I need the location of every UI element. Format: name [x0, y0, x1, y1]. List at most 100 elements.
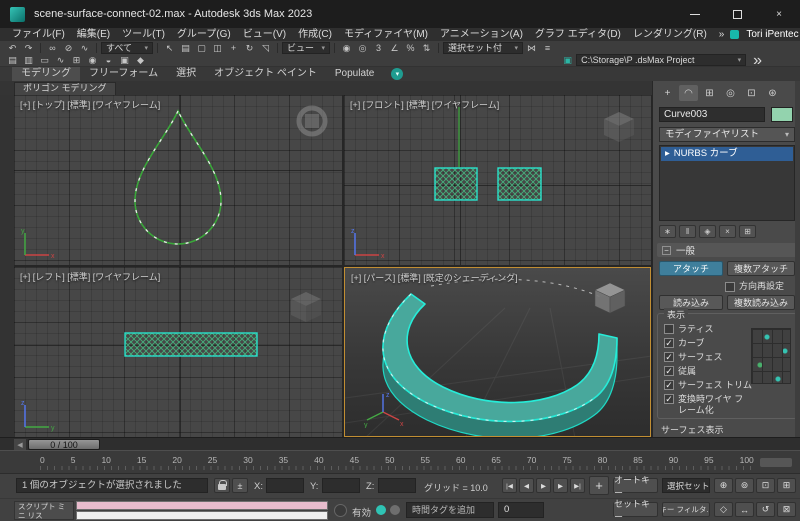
panel-scrollbar[interactable]	[795, 81, 800, 437]
select-object-icon[interactable]: ↖	[162, 42, 177, 54]
select-and-rotate-icon[interactable]: ↻	[242, 42, 257, 54]
set-key-button[interactable]: セットキー	[613, 499, 658, 521]
y-coordinate-field[interactable]	[322, 478, 360, 493]
select-and-manipulate-icon[interactable]: ◎	[355, 42, 370, 54]
menu-item[interactable]: レンダリング(R)	[627, 28, 713, 41]
checkbox[interactable]	[664, 366, 674, 376]
menu-item[interactable]: グラフ エディタ(D)	[529, 28, 627, 41]
named-selection-sets-dropdown[interactable]: 選択セット付	[443, 41, 523, 54]
undo-icon[interactable]: ↶	[5, 42, 20, 54]
maximize-viewport-icon[interactable]: ⊠	[777, 502, 796, 517]
orbit-icon[interactable]: ↺	[756, 502, 775, 517]
mirror-icon[interactable]: ⋈	[524, 42, 539, 54]
viewport-left[interactable]: [+] [レフト] [標準] [ワイヤフレーム] y z	[14, 267, 342, 437]
zoom-extents-all-icon[interactable]: ⊞	[777, 478, 796, 493]
close-button[interactable]: ×	[758, 0, 800, 28]
import-multiple-button[interactable]: 複数読み込み	[727, 295, 795, 310]
attach-multiple-button[interactable]: 複数アタッチ	[727, 261, 795, 276]
checkbox[interactable]	[664, 380, 674, 390]
time-slider-track[interactable]: ◀ 0 / 100	[0, 437, 800, 450]
rendered-frame-icon[interactable]: ▣	[117, 54, 132, 66]
viewport-top-label[interactable]: [+] [トップ] [標準] [ワイヤフレーム]	[20, 98, 160, 111]
window-crossing-icon[interactable]: ◫	[210, 42, 225, 54]
angle-snap-icon[interactable]: ∠	[387, 42, 402, 54]
object-color-swatch[interactable]	[771, 107, 793, 122]
project-folder-icon[interactable]: ▣	[560, 54, 575, 66]
zoom-extents-icon[interactable]: ⊡	[756, 478, 775, 493]
modifier-list-dropdown[interactable]: モディファイヤリスト	[659, 127, 795, 142]
selection-filter-dropdown[interactable]: すべて	[101, 41, 153, 54]
object-name-field[interactable]: Curve003	[659, 107, 765, 122]
viewcube[interactable]	[592, 280, 628, 318]
ribbon-tab[interactable]: オブジェクト ペイント	[205, 67, 326, 81]
schematic-view-icon[interactable]: ⊞	[69, 54, 84, 66]
material-editor-icon[interactable]: ◉	[85, 54, 100, 66]
make-unique-icon[interactable]: ◈	[699, 225, 716, 238]
select-and-move-icon[interactable]: +	[226, 42, 241, 54]
select-and-link-icon[interactable]: ∞	[45, 42, 60, 54]
ribbon-toggle-icon[interactable]: ▭	[37, 54, 52, 66]
motion-tab-icon[interactable]: ◎	[721, 85, 740, 101]
viewcube[interactable]	[294, 103, 330, 139]
checkbox[interactable]	[664, 394, 674, 404]
auto-key-button[interactable]: オートキー	[613, 475, 658, 498]
configure-modifier-sets-icon[interactable]: ⊞	[739, 225, 756, 238]
display-checkbox-row[interactable]: 従属	[664, 366, 752, 377]
snap-toggle-3d-icon[interactable]: 3	[371, 42, 386, 54]
reorient-checkbox[interactable]	[725, 281, 735, 292]
add-time-tag-field[interactable]: 時間タグを追加	[406, 502, 494, 518]
nurbs-toolbox-grid[interactable]	[751, 328, 791, 384]
scene-explorer-icon[interactable]: ▥	[21, 54, 36, 66]
macro-recorder-field[interactable]	[76, 501, 328, 510]
zoom-icon[interactable]: ⊕	[714, 478, 733, 493]
display-checkbox-row[interactable]: サーフェス トリム	[664, 380, 752, 391]
spinner-snap-icon[interactable]: ⇅	[419, 42, 434, 54]
menu-item[interactable]: ファイル(F)	[6, 28, 71, 41]
remove-modifier-icon[interactable]: ×	[719, 225, 736, 238]
viewport-front-label[interactable]: [+] [フロント] [標準] [ワイヤフレーム]	[350, 98, 499, 111]
display-checkbox-row[interactable]: ラティス	[664, 324, 752, 335]
ribbon-tab[interactable]: モデリング	[12, 67, 80, 81]
menu-item[interactable]: アニメーション(A)	[434, 28, 529, 41]
curve-editor-icon[interactable]: ∿	[53, 54, 68, 66]
menu-item[interactable]: グループ(G)	[171, 28, 237, 41]
maximize-button[interactable]	[716, 0, 758, 28]
set-key-selection-dropdown[interactable]: 選択セット	[662, 478, 710, 493]
create-tab-icon[interactable]: +	[658, 85, 677, 101]
hierarchy-tab-icon[interactable]: ⊞	[700, 85, 719, 101]
fov-icon[interactable]: ◇	[714, 502, 733, 517]
x-coordinate-field[interactable]	[266, 478, 304, 493]
key-filters-button[interactable]: キー フィルタ...	[662, 502, 710, 517]
select-by-name-icon[interactable]: ▤	[178, 42, 193, 54]
attach-button[interactable]: アタッチ	[659, 261, 723, 276]
viewport-perspective-label[interactable]: [+] [パース] [標準] [既定のシェーディング]	[351, 271, 518, 284]
ribbon-expand-icon[interactable]	[391, 68, 404, 80]
menu-item[interactable]: ツール(T)	[116, 28, 171, 41]
utilities-tab-icon[interactable]: ⊛	[763, 85, 782, 101]
redo-icon[interactable]: ↷	[21, 42, 36, 54]
track-bar[interactable]: 0 5 10 15 20 25 30 35 40 45 50 55 60 65 70 75 80 85 90 95 10…	[0, 450, 800, 474]
record-toggle-icon[interactable]	[334, 504, 347, 517]
maxscript-mini-listener-label[interactable]: スクリプト ミニ リス	[14, 501, 74, 520]
checkbox[interactable]	[664, 352, 674, 362]
maxscript-listener-field[interactable]	[76, 511, 328, 520]
viewport-top[interactable]: [+] [トップ] [標準] [ワイヤフレーム] x y	[14, 95, 342, 265]
user-avatar[interactable]	[730, 30, 740, 39]
stack-expand-icon[interactable]: ▸	[665, 147, 670, 161]
modify-tab-icon[interactable]: ◠	[679, 85, 698, 101]
time-slider-handle[interactable]: 0 / 100	[28, 439, 100, 450]
viewport-left-label[interactable]: [+] [レフト] [標準] [ワイヤフレーム]	[20, 270, 160, 283]
enabled-off-icon[interactable]	[390, 505, 400, 515]
display-checkbox-row[interactable]: カーブ	[664, 338, 752, 349]
stack-item-nurbs-curve[interactable]: ▸ NURBS カーブ	[661, 147, 793, 161]
percent-snap-icon[interactable]: %	[403, 42, 418, 54]
minimize-button[interactable]	[674, 0, 716, 28]
unlink-selection-icon[interactable]: ⊘	[61, 42, 76, 54]
menu-item[interactable]: ビュー(V)	[237, 28, 292, 41]
go-to-start-icon[interactable]: |◀	[502, 478, 517, 493]
bind-to-space-warp-icon[interactable]: ∿	[77, 42, 92, 54]
previous-frame-icon[interactable]: ◀	[519, 478, 534, 493]
checkbox[interactable]	[664, 338, 674, 348]
zoom-all-icon[interactable]: ⊚	[735, 478, 754, 493]
viewport-front[interactable]: [+] [フロント] [標準] [ワイヤフレーム] x z	[344, 95, 651, 265]
